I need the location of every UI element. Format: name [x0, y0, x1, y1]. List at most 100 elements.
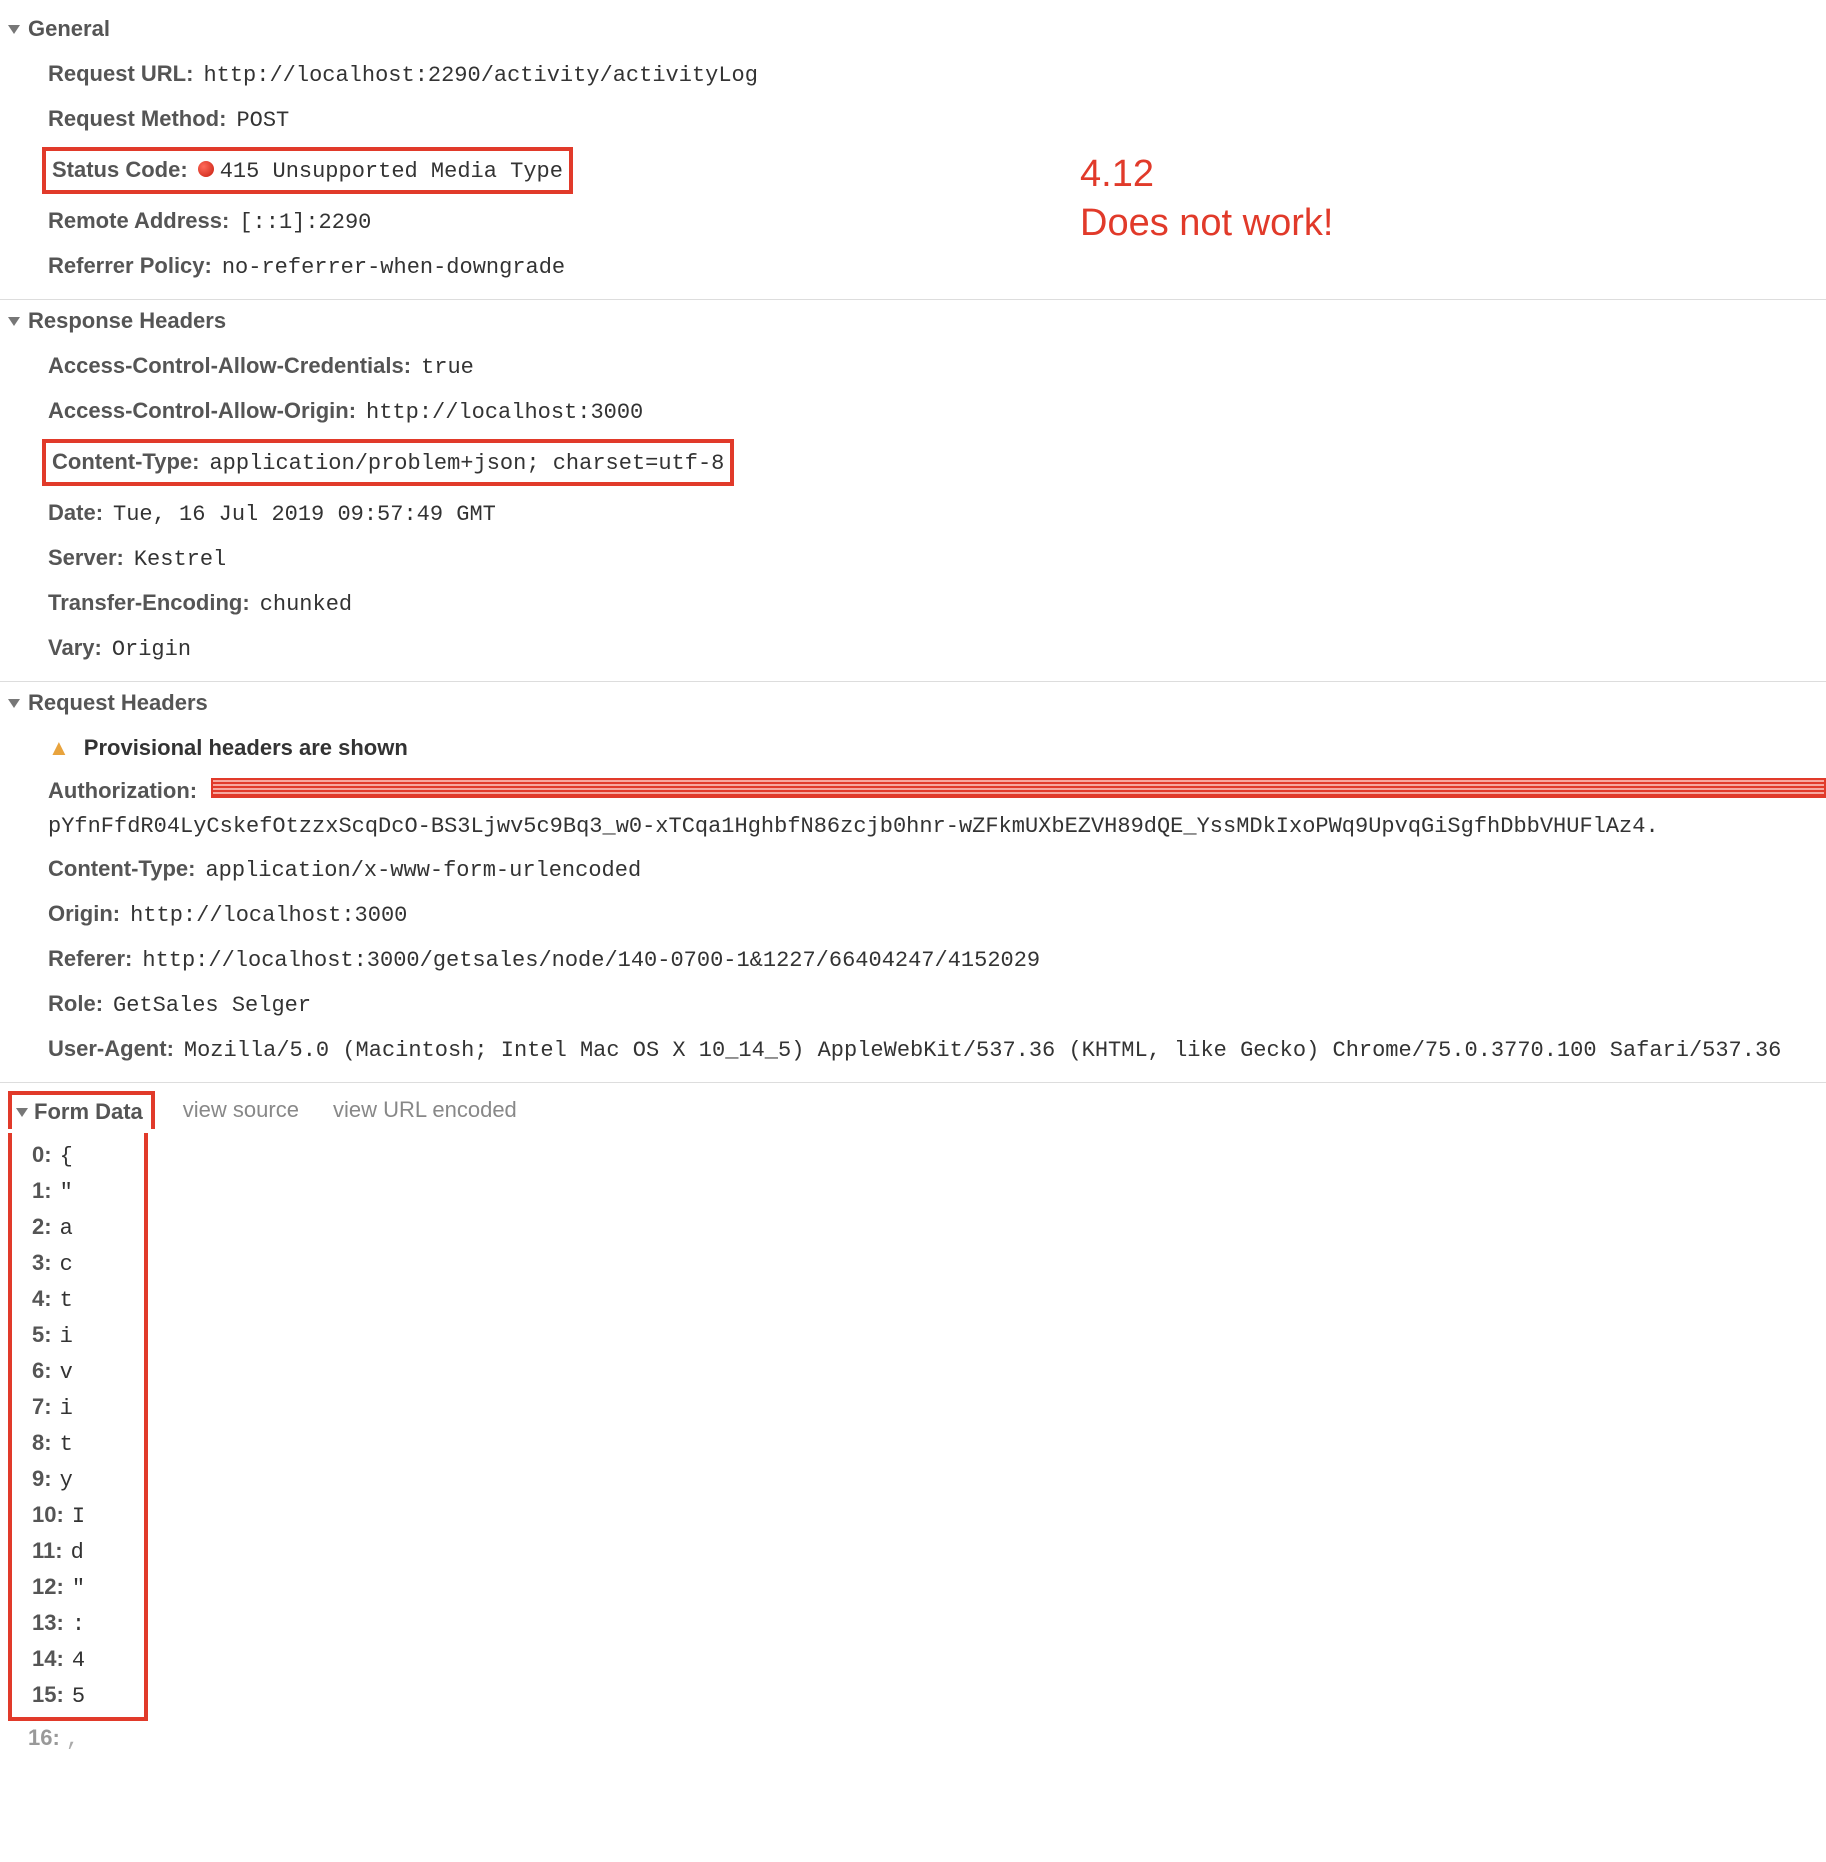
request-url-label: Request URL: [48, 57, 203, 90]
view-url-encoded-link[interactable]: view URL encoded: [333, 1097, 517, 1123]
ac-origin-label: Access-Control-Allow-Origin: [48, 394, 366, 427]
form-data-key: 15: [32, 1682, 72, 1708]
form-data-value: i: [60, 1324, 73, 1349]
form-data-trailing: 16: ,: [0, 1721, 1826, 1752]
form-data-row: 144: [32, 1641, 144, 1677]
ac-credentials-value: true: [421, 351, 474, 384]
remote-address-row: Remote Address [::1]:2290: [48, 199, 1826, 244]
referer-label: Referer: [48, 942, 142, 975]
req-content-type-row: Content-Type application/x-www-form-urle…: [48, 847, 1826, 892]
warning-icon: ▲: [48, 731, 70, 764]
annotation-text: 4.12 Does not work!: [1080, 150, 1333, 249]
form-data-row: 2a: [32, 1209, 144, 1245]
form-data-row: 155: [32, 1677, 144, 1713]
remote-address-value: [::1]:2290: [239, 206, 371, 239]
origin-row: Origin http://localhost:3000: [48, 892, 1826, 937]
view-source-link[interactable]: view source: [183, 1097, 299, 1123]
request-headers-title: Request Headers: [28, 690, 208, 716]
form-data-value: :: [72, 1612, 85, 1637]
referer-value: http://localhost:3000/getsales/node/140-…: [142, 944, 1040, 977]
request-method-value: POST: [236, 104, 289, 137]
user-agent-value: Mozilla/5.0 (Macintosh; Intel Mac OS X 1…: [184, 1034, 1781, 1067]
form-data-key: 7: [32, 1394, 60, 1420]
referrer-policy-label: Referrer Policy: [48, 249, 222, 282]
form-data-row: 8t: [32, 1425, 144, 1461]
form-data-key: 13: [32, 1610, 72, 1636]
form-data-key: 10: [32, 1502, 72, 1528]
provisional-row: ▲ Provisional headers are shown: [48, 726, 1826, 769]
form-data-section: Form Data view source view URL encoded 0…: [0, 1083, 1826, 1752]
form-data-value: i: [60, 1396, 73, 1421]
user-agent-row: User-Agent Mozilla/5.0 (Macintosh; Intel…: [48, 1027, 1826, 1072]
form-data-row: 0{: [32, 1137, 144, 1173]
request-url-row: Request URL http://localhost:2290/activi…: [48, 52, 1826, 97]
form-data-key: 9: [32, 1466, 60, 1492]
date-row: Date Tue, 16 Jul 2019 09:57:49 GMT: [48, 491, 1826, 536]
date-value: Tue, 16 Jul 2019 09:57:49 GMT: [113, 498, 496, 531]
request-headers-header[interactable]: Request Headers: [0, 686, 1826, 726]
form-data-row: 1": [32, 1173, 144, 1209]
form-data-header: Form Data view source view URL encoded: [0, 1083, 1826, 1133]
request-headers-section: Request Headers ▲ Provisional headers ar…: [0, 682, 1826, 1083]
server-row: Server Kestrel: [48, 536, 1826, 581]
role-value: GetSales Selger: [113, 989, 311, 1022]
referrer-policy-row: Referrer Policy no-referrer-when-downgra…: [48, 244, 1826, 289]
form-data-title: Form Data: [34, 1099, 143, 1125]
resp-content-type-row: Content-Type application/problem+json; c…: [48, 434, 1826, 491]
form-data-key: 8: [32, 1430, 60, 1456]
form-data-row: 3c: [32, 1245, 144, 1281]
form-data-value: ": [72, 1576, 85, 1601]
caret-down-icon: [8, 25, 20, 34]
form-data-value: t: [60, 1288, 73, 1313]
form-trailing-val: ,: [66, 1727, 79, 1752]
vary-value: Origin: [112, 633, 191, 666]
ac-origin-row: Access-Control-Allow-Origin http://local…: [48, 389, 1826, 434]
server-label: Server: [48, 541, 134, 574]
form-data-key: 14: [32, 1646, 72, 1672]
req-content-type-value: application/x-www-form-urlencoded: [205, 854, 641, 887]
resp-content-type-label: Content-Type: [52, 445, 209, 478]
vary-label: Vary: [48, 631, 112, 664]
form-data-value: t: [60, 1432, 73, 1457]
form-data-value: 4: [72, 1648, 85, 1673]
form-data-row: 11d: [32, 1533, 144, 1569]
authorization-row: Authorization: [48, 769, 1826, 812]
response-headers-section: Response Headers Access-Control-Allow-Cr…: [0, 300, 1826, 682]
annotation-line2: Does not work!: [1080, 199, 1333, 248]
date-label: Date: [48, 496, 113, 529]
form-data-row: 4t: [32, 1281, 144, 1317]
transfer-encoding-row: Transfer-Encoding chunked: [48, 581, 1826, 626]
form-trailing-key: 16: [28, 1725, 52, 1750]
status-code-label: Status Code: [52, 153, 198, 186]
form-data-box: 0{1"2a3c4t5i6v7i8t9y10I11d12"13:144155: [8, 1133, 148, 1721]
resp-content-type-highlight: Content-Type application/problem+json; c…: [42, 439, 734, 486]
form-data-key: 0: [32, 1142, 60, 1168]
referrer-policy-value: no-referrer-when-downgrade: [222, 251, 565, 284]
form-data-row: 7i: [32, 1389, 144, 1425]
form-data-title-box[interactable]: Form Data: [8, 1091, 155, 1129]
role-row: Role GetSales Selger: [48, 982, 1826, 1027]
form-data-value: v: [60, 1360, 73, 1385]
request-method-row: Request Method POST: [48, 97, 1826, 142]
vary-row: Vary Origin: [48, 626, 1826, 671]
annotation-line1: 4.12: [1080, 150, 1333, 199]
server-value: Kestrel: [134, 543, 226, 576]
authorization-label: Authorization: [48, 774, 207, 807]
form-data-value: y: [60, 1468, 73, 1493]
user-agent-label: User-Agent: [48, 1032, 184, 1065]
response-headers-header[interactable]: Response Headers: [0, 304, 1826, 344]
caret-down-icon: [8, 699, 20, 708]
general-title: General: [28, 16, 110, 42]
form-data-row: 12": [32, 1569, 144, 1605]
form-data-value: ": [60, 1180, 73, 1205]
form-data-row: 5i: [32, 1317, 144, 1353]
form-data-value: I: [72, 1504, 85, 1529]
form-data-key: 3: [32, 1250, 60, 1276]
general-header[interactable]: General: [0, 12, 1826, 52]
req-content-type-label: Content-Type: [48, 852, 205, 885]
form-data-row: 6v: [32, 1353, 144, 1389]
caret-down-icon: [8, 317, 20, 326]
form-data-row: 10I: [32, 1497, 144, 1533]
request-method-label: Request Method: [48, 102, 236, 135]
status-code-row: Status Code 415 Unsupported Media Type: [48, 142, 1826, 199]
